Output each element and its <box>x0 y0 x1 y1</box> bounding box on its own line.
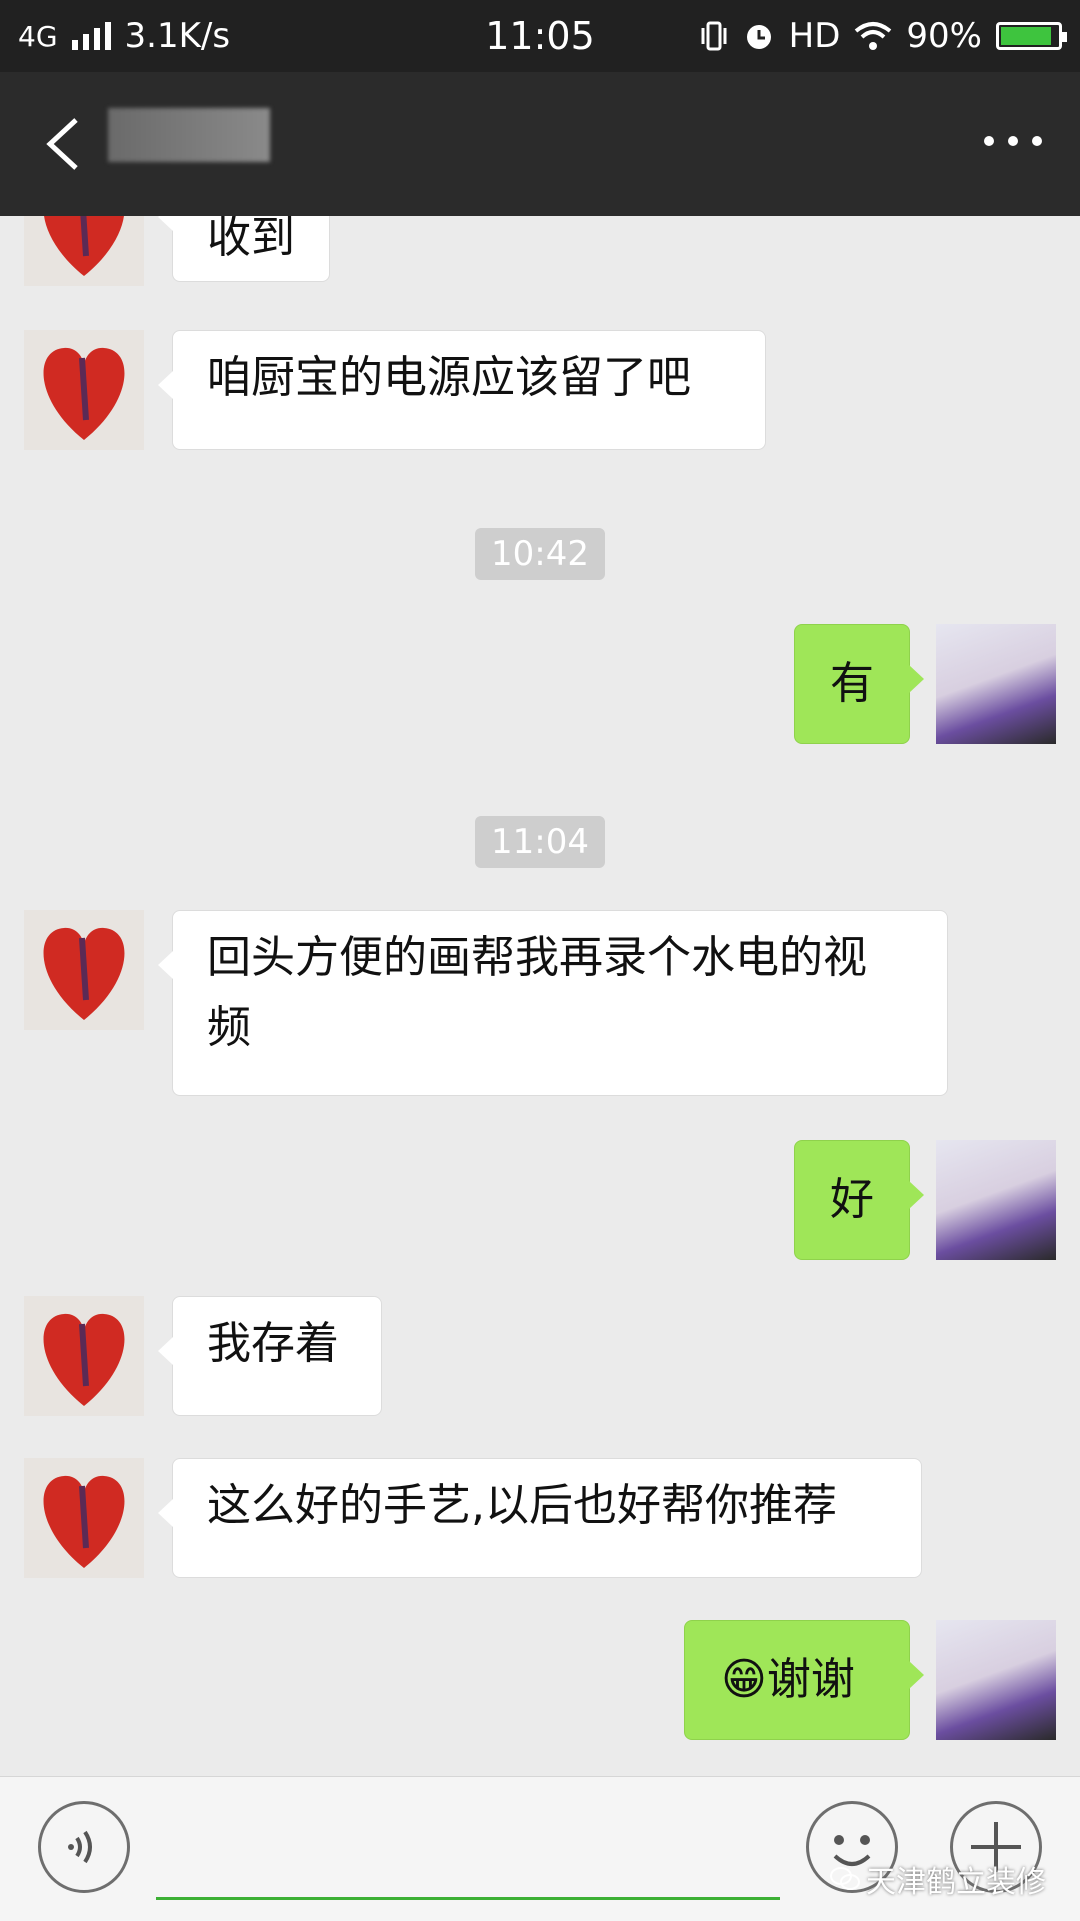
status-bar: 4G 3.1K/s 11:05 HD 90% <box>0 0 1080 72</box>
incoming-message[interactable]: 收到 <box>158 216 330 282</box>
contact-avatar[interactable] <box>24 1458 144 1578</box>
message-text: 回头方便的画帮我再录个水电的视 <box>207 932 867 983</box>
message-text: 谢谢 <box>766 1654 855 1705</box>
contact-name-blurred <box>108 108 270 162</box>
message-input[interactable] <box>156 1897 780 1900</box>
message-text: 好 <box>830 1174 874 1225</box>
battery-icon <box>996 22 1067 50</box>
watermark: 天津鹤立装修 <box>830 1857 1046 1901</box>
incoming-message[interactable]: 这么好的手艺,以后也好帮你推荐 <box>158 1458 922 1578</box>
message-text: 收到 <box>207 216 295 263</box>
outgoing-message[interactable]: 有 <box>794 624 924 744</box>
voice-input-button[interactable] <box>38 1801 130 1893</box>
contact-avatar[interactable] <box>24 1296 144 1416</box>
message-text: 频 <box>207 1002 251 1053</box>
battery-percent: 90% <box>906 16 982 56</box>
watermark-text: 天津鹤立装修 <box>866 1865 1046 1900</box>
contact-avatar[interactable] <box>24 330 144 450</box>
incoming-message[interactable]: 咱厨宝的电源应该留了吧 <box>158 330 766 450</box>
timestamp: 11:04 <box>475 816 605 868</box>
message-text: 我存着 <box>207 1318 339 1369</box>
timestamp: 10:42 <box>475 528 605 580</box>
more-options-icon[interactable] <box>984 136 1042 146</box>
my-avatar[interactable] <box>936 1140 1056 1260</box>
chat-header <box>0 72 1080 216</box>
voice-icon <box>68 1830 92 1864</box>
vibrate-icon <box>701 21 727 51</box>
wechat-logo-icon <box>830 1867 860 1890</box>
outgoing-message[interactable]: 😁谢谢 <box>684 1620 924 1740</box>
contact-avatar[interactable] <box>24 216 144 286</box>
contact-avatar[interactable] <box>24 910 144 1030</box>
message-text: 有 <box>830 658 874 709</box>
emoji-grin: 😁 <box>721 1654 767 1705</box>
back-arrow-icon[interactable] <box>40 112 90 176</box>
alarm-icon <box>746 25 771 49</box>
my-avatar[interactable] <box>936 624 1056 744</box>
hd-label: HD <box>788 16 841 56</box>
input-bar: 天津鹤立装修 <box>0 1776 1080 1921</box>
my-avatar[interactable] <box>936 1620 1056 1740</box>
incoming-message[interactable]: 回头方便的画帮我再录个水电的视 频 <box>158 910 948 1096</box>
incoming-message[interactable]: 我存着 <box>158 1296 382 1416</box>
message-text: 咱厨宝的电源应该留了吧 <box>207 352 691 403</box>
message-text: 这么好的手艺,以后也好帮你推荐 <box>207 1480 837 1531</box>
outgoing-message[interactable]: 好 <box>794 1140 924 1260</box>
message-list[interactable]: 收到 咱厨宝的电源应该留了吧 10:42 有 11:04 回头方便的画帮我再录个… <box>0 216 1080 1776</box>
wifi-icon <box>855 22 892 50</box>
